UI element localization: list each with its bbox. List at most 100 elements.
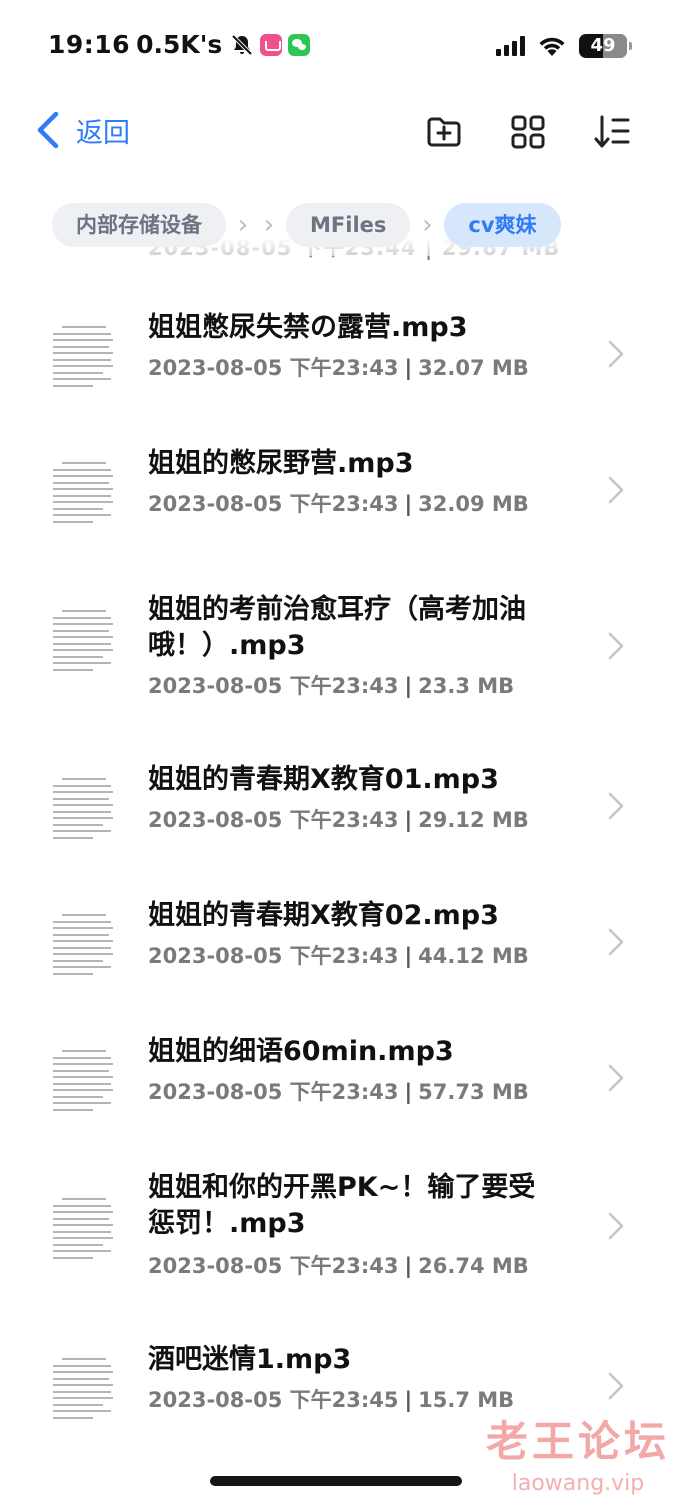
thumbnail-text-line (53, 616, 111, 619)
status-left: 19:16 0.5K's (48, 30, 311, 59)
file-row[interactable]: 姐姐的憋尿野营.mp3 2023-08-05 下午23:43 | 32.09 MB (0, 446, 675, 556)
file-row[interactable]: 姐姐的青春期X教育02.mp3 2023-08-05 下午23:43 | 44.12… (0, 898, 675, 1008)
sort-button[interactable] (592, 112, 632, 152)
thumbnail-text-line (53, 468, 111, 471)
thumbnail-text-line (53, 1243, 103, 1246)
thumbnail-text-line (53, 662, 111, 664)
thumbnail-text-line (53, 810, 111, 813)
home-indicator[interactable] (210, 1476, 462, 1486)
file-thumbnail-icon (50, 606, 116, 676)
file-date: 2023-08-05 下午23:43 (148, 356, 399, 380)
file-thumbnail-icon (50, 910, 116, 980)
thumbnail-text-line (62, 610, 106, 612)
back-button[interactable]: 返回 (34, 110, 130, 150)
status-time: 19:16 (48, 30, 131, 59)
file-size: 29.12 MB (418, 808, 529, 832)
breadcrumb-item-current[interactable]: cv爽妹 (444, 203, 561, 247)
battery-indicator: 49 (579, 34, 632, 58)
thumbnail-text-line (53, 791, 113, 793)
thumbnail-text-line (62, 462, 106, 464)
thumbnail-text-line (53, 494, 111, 497)
thumbnail-text-line (53, 940, 113, 942)
thumbnail-text-line (53, 1095, 103, 1098)
thumbnail-text-line (53, 804, 113, 806)
file-name: 姐姐和你的开黑PK~！输了要受惩罚！.mp3 (148, 1172, 536, 1239)
thumbnail-text-line (53, 623, 113, 625)
file-meta: 2023-08-05 下午23:45 | 15.7 MB (148, 1388, 515, 1412)
file-date: 2023-08-05 下午23:43 (148, 674, 399, 698)
file-date: 2023-08-05 下午23:43 (148, 808, 399, 832)
thumbnail-text-line (53, 475, 113, 477)
thumbnail-text-line (53, 953, 113, 955)
thumbnail-text-line (53, 1371, 113, 1373)
thumbnail-text-line (53, 655, 103, 658)
thumbnail-text-line (53, 830, 111, 832)
network-speed: 0.5K's (136, 30, 223, 59)
breadcrumb: 内部存储设备 › › MFiles › cv爽妹 (0, 202, 675, 248)
file-size: 32.07 MB (418, 356, 529, 380)
thumbnail-text-line (62, 914, 106, 916)
thumbnail-text-line (53, 1230, 111, 1233)
file-row[interactable]: 姐姐的考前治愈耳疗（高考加油哦！）.mp3 2023-08-05 下午23:43… (0, 582, 675, 702)
thumbnail-text-line (53, 514, 111, 516)
file-name: 姐姐的考前治愈耳疗（高考加油哦！）.mp3 (148, 594, 526, 661)
thumbnail-text-line (53, 1390, 111, 1393)
thumbnail-text-line (53, 836, 93, 839)
thumbnail-text-line (53, 481, 109, 484)
thumbnail-text-line (53, 332, 111, 335)
breadcrumb-item-internal-storage[interactable]: 内部存储设备 (52, 203, 226, 247)
thumbnail-text-line (53, 1076, 113, 1078)
thumbnail-text-line (53, 927, 113, 929)
thumbnail-text-line (53, 668, 93, 671)
thumbnail-text-line (53, 1250, 111, 1252)
thumbnail-text-line (53, 507, 103, 510)
thumbnail-text-line (53, 1108, 93, 1111)
thumbnail-text-line (53, 501, 113, 503)
file-row[interactable]: 姐姐和你的开黑PK~！输了要受惩罚！.mp3 2023-08-05 下午23:4… (0, 1170, 675, 1290)
new-folder-button[interactable] (424, 112, 464, 152)
file-meta: 2023-08-05 下午23:43 | 32.07 MB (148, 356, 529, 380)
file-size: 44.12 MB (418, 944, 529, 968)
thumbnail-text-line (53, 520, 93, 523)
new-folder-icon (427, 117, 461, 147)
thumbnail-text-line (53, 1237, 113, 1239)
thumbnail-text-line (53, 636, 113, 638)
thumbnail-text-line (53, 1384, 113, 1386)
file-row[interactable]: 姐姐的细语60min.mp3 2023-08-05 下午23:43 | 57.73 … (0, 1034, 675, 1144)
thumbnail-text-line (53, 642, 111, 645)
forum-watermark: 老王论坛 laowang.vip (486, 1408, 670, 1496)
thumbnail-text-line (53, 1063, 113, 1065)
file-date: 2023-08-05 下午23:43 (148, 944, 399, 968)
thumbnail-text-line (53, 1102, 111, 1104)
thumbnail-text-line (53, 1069, 109, 1072)
file-row[interactable]: 姐姐憋尿失禁の露营.mp3 2023-08-05 下午23:43 | 32.07 M… (0, 310, 675, 420)
grid-view-button[interactable] (508, 112, 548, 152)
file-meta: 2023-08-05 下午23:43 | 23.3 MB (148, 674, 515, 698)
thumbnail-text-line (53, 1410, 111, 1412)
thumbnail-text-line (53, 1204, 111, 1207)
file-meta: 2023-08-05 下午23:43 | 57.73 MB (148, 1080, 529, 1104)
thumbnail-text-line (53, 1089, 113, 1091)
chevron-left-icon (37, 111, 59, 149)
wifi-icon (539, 37, 565, 56)
thumbnail-text-line (53, 797, 109, 800)
thumbnail-text-line (53, 972, 93, 975)
thumbnail-text-line (53, 1377, 109, 1380)
chevron-right-icon (608, 340, 624, 368)
thumbnail-text-line (53, 817, 113, 819)
thumbnail-text-line (53, 365, 113, 367)
back-label: 返回 (76, 117, 130, 149)
chevron-right-icon (608, 1372, 624, 1400)
file-date: 2023-08-05 下午23:43 (148, 492, 399, 516)
grid-view-icon (511, 115, 545, 149)
file-row[interactable]: 姐姐的青春期X教育01.mp3 2023-08-05 下午23:43 | 29.12… (0, 762, 675, 872)
battery-level: 49 (590, 35, 616, 56)
file-thumbnail-icon (50, 1354, 116, 1424)
file-thumbnail-icon (50, 458, 116, 528)
chevron-right-icon: › (422, 210, 433, 240)
file-meta: 2023-08-05 下午23:43 | 32.09 MB (148, 492, 529, 516)
thumbnail-text-line (53, 345, 109, 348)
thumbnail-text-line (53, 1256, 93, 1259)
thumbnail-text-line (53, 920, 111, 923)
breadcrumb-item-mfiles[interactable]: MFiles (286, 203, 411, 247)
